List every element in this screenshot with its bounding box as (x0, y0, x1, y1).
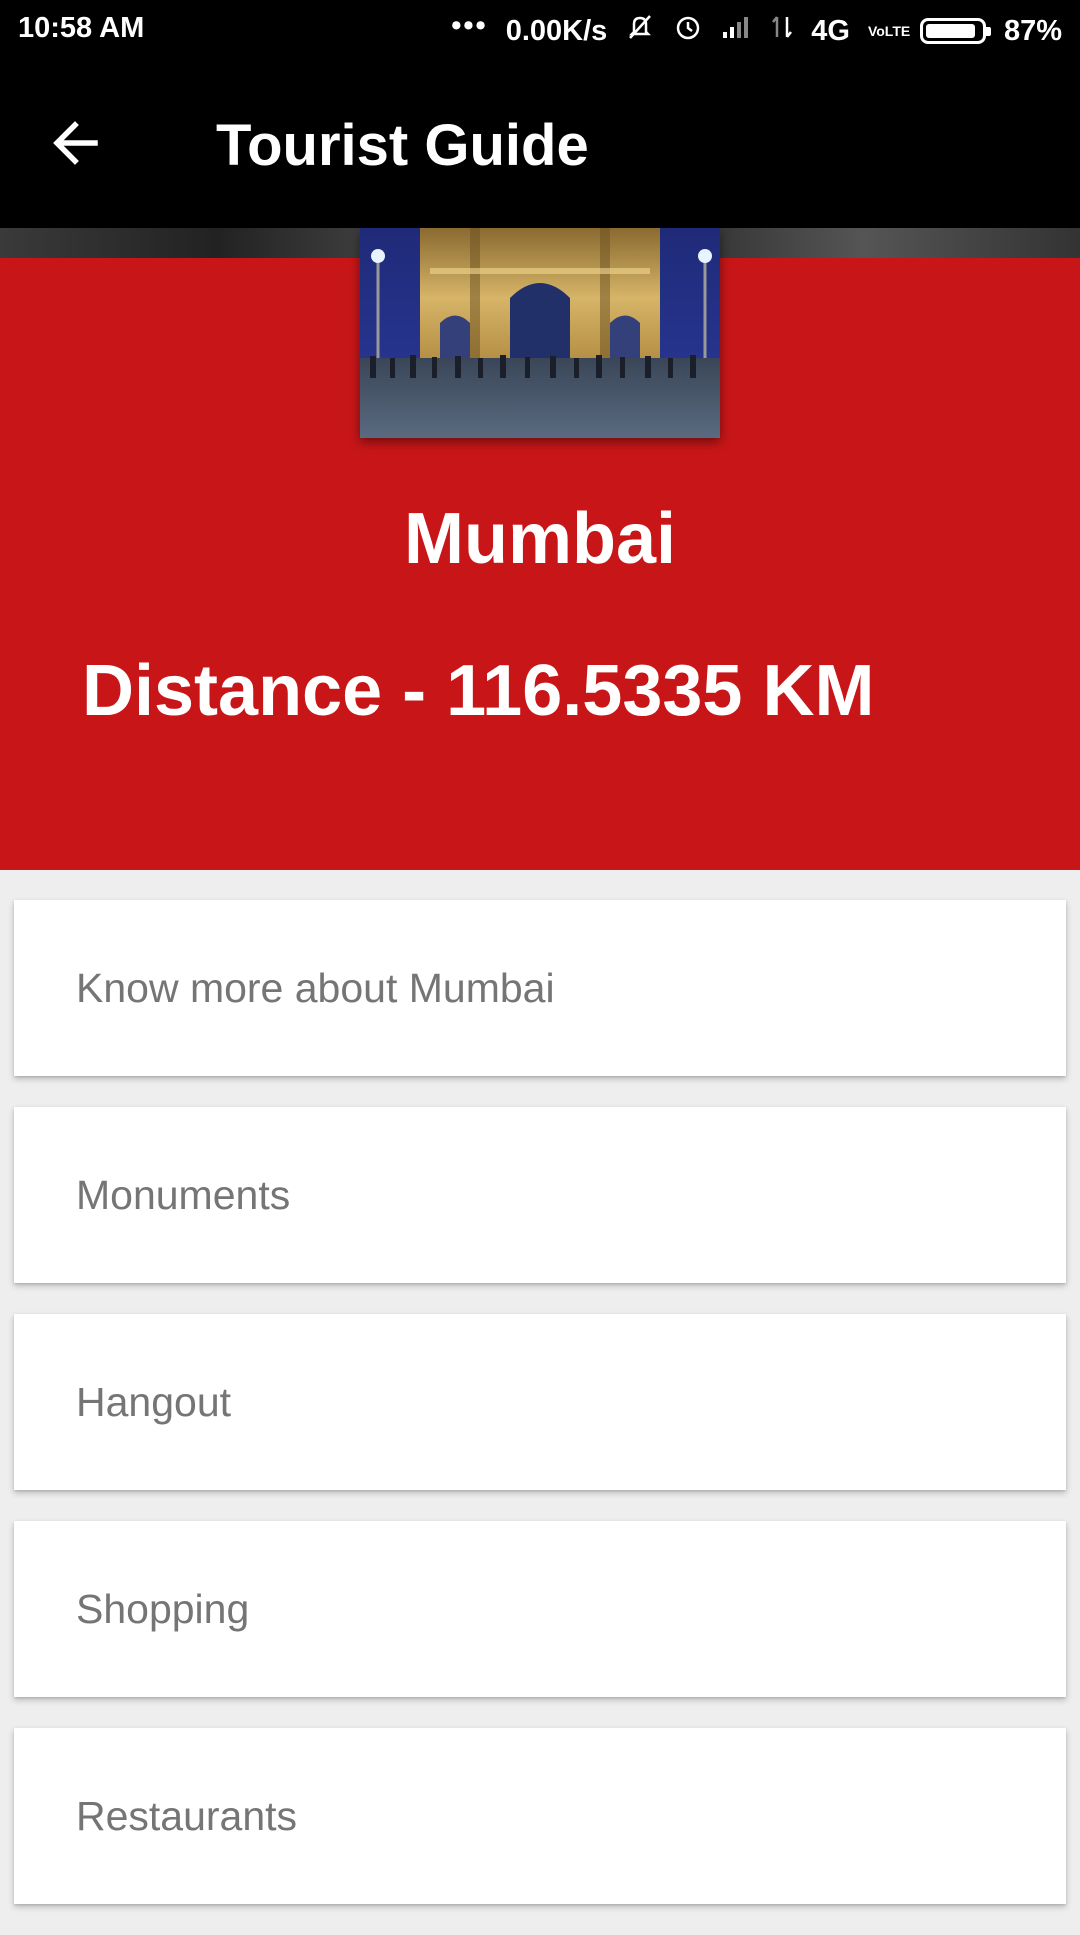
battery-percent: 87% (1003, 14, 1062, 47)
menu-item-label: Hangout (76, 1378, 232, 1425)
network-type: 4G (811, 14, 850, 47)
notification-dots: ••• (451, 9, 488, 42)
menu-item-restaurants[interactable]: Restaurants (14, 1728, 1066, 1904)
alarm-icon (673, 12, 703, 50)
vibrate-off-icon (625, 12, 655, 50)
arrow-back-icon (49, 117, 101, 174)
menu-item-monuments[interactable]: Monuments (14, 1107, 1066, 1283)
status-time: 10:58 AM (18, 12, 145, 44)
status-right-group: ••• 0.00K/s 4G VoLTE 87% (451, 9, 1062, 50)
data-arrows-icon (771, 13, 793, 49)
back-button[interactable] (40, 110, 110, 180)
city-photo (360, 228, 720, 438)
signal-icon (721, 14, 753, 48)
network-speed: 0.00K/s (505, 14, 608, 47)
menu-item-know-more[interactable]: Know more about Mumbai (14, 900, 1066, 1076)
city-name: Mumbai (403, 499, 676, 579)
battery-icon (919, 18, 991, 44)
menu-item-label: Monuments (76, 1171, 291, 1218)
distance-label: Distance - 116.5335 KM (82, 651, 875, 731)
menu-item-hangout[interactable]: Hangout (14, 1314, 1066, 1490)
menu-item-shopping[interactable]: Shopping (14, 1521, 1066, 1697)
menu-item-label: Shopping (76, 1585, 250, 1632)
menu-item-label: Restaurants (76, 1792, 298, 1839)
city-menu-list: Know more about Mumbai Monuments Hangout… (14, 900, 1066, 1935)
status-bar: 10:58 AM ••• 0.00K/s 4G VoLTE 87% (0, 0, 1080, 60)
app-title: Tourist Guide (216, 113, 589, 178)
app-bar: Tourist Guide (0, 60, 1080, 228)
menu-item-label: Know more about Mumbai (76, 964, 555, 1011)
volte-indicator: VoLTE (867, 23, 911, 39)
